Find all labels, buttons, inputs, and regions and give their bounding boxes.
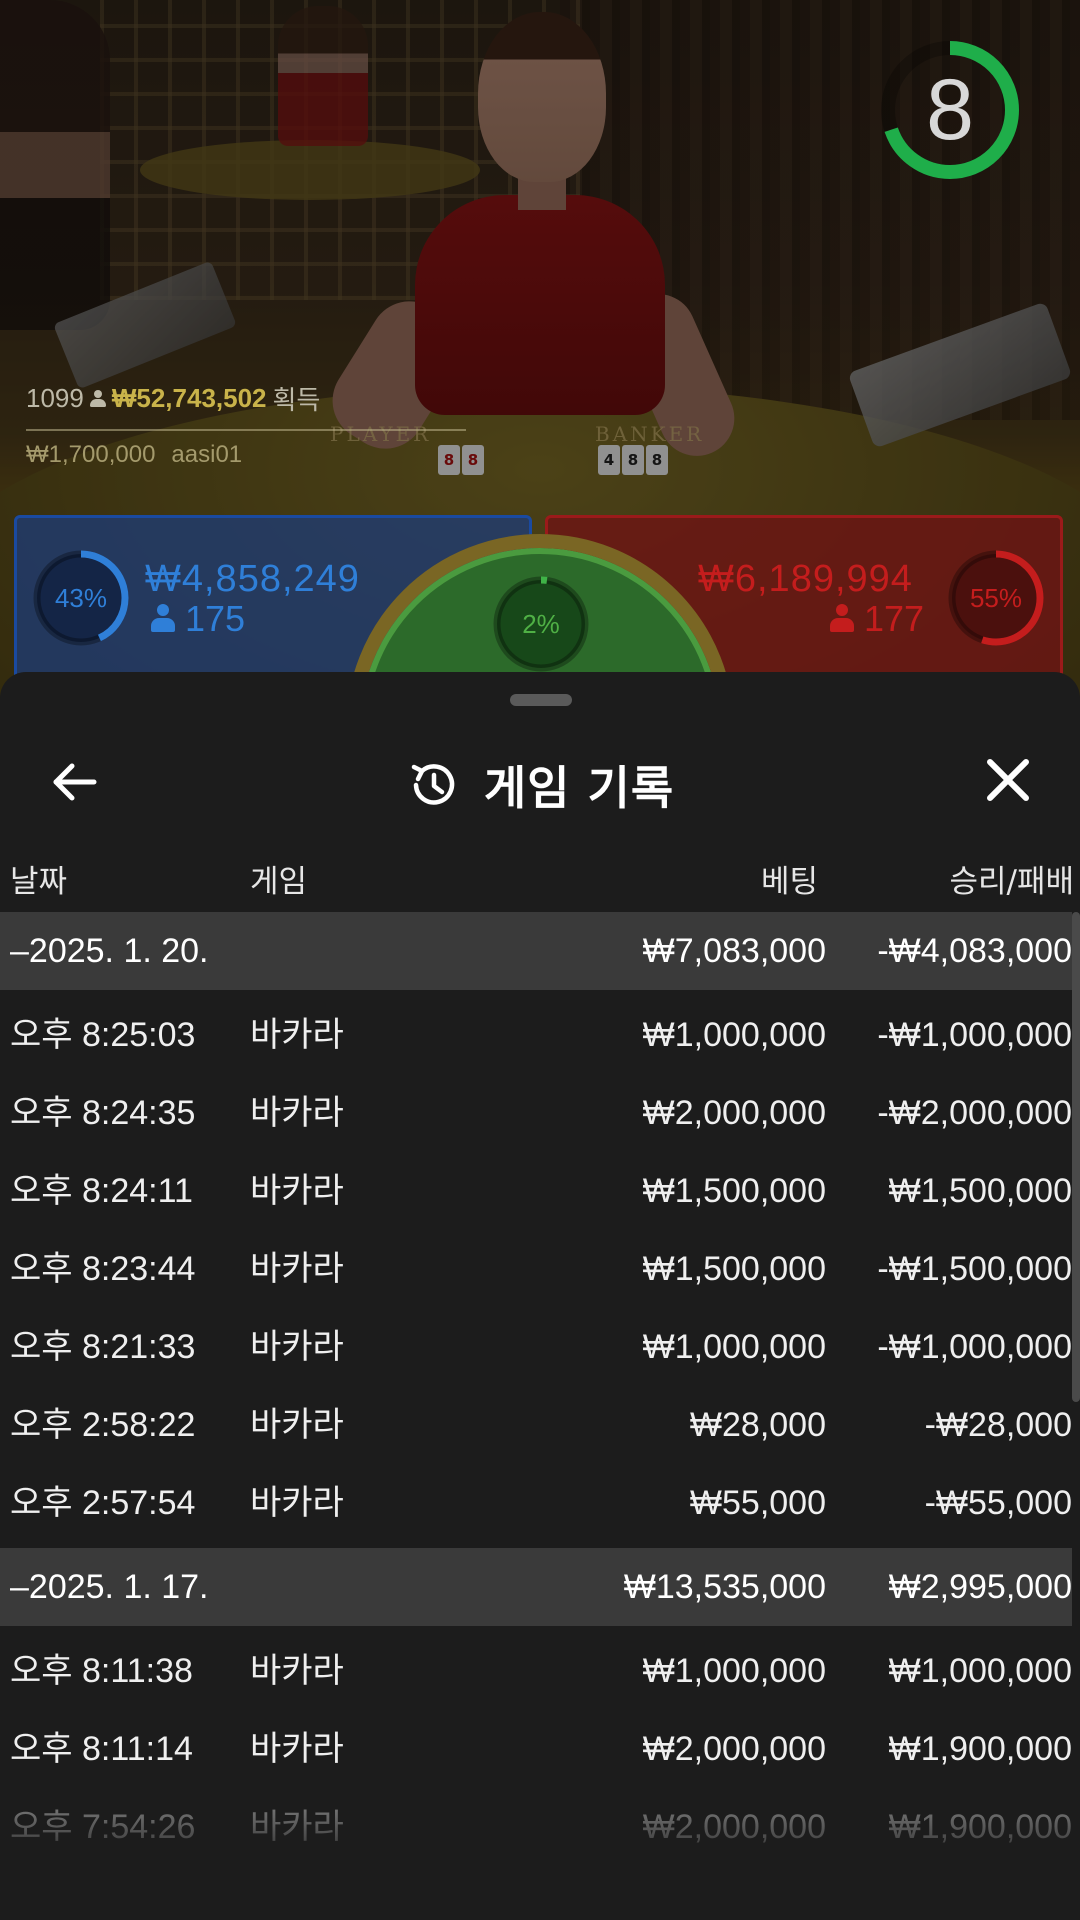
history-row[interactable]: 오후 8:24:11 바카라 ₩1,500,000 ₩1,500,000: [0, 1152, 1072, 1230]
user-icon: [89, 389, 106, 408]
row-time: 오후 8:24:35: [10, 1094, 196, 1132]
player-count-value: 175: [185, 598, 246, 639]
winner-count: 1099: [26, 383, 84, 413]
history-row[interactable]: 오후 8:11:14 바카라 ₩2,000,000 ₩1,900,000: [0, 1710, 1072, 1788]
row-bet: ₩2,000,000: [642, 1730, 826, 1768]
row-result: ₩1,000,000: [888, 1652, 1072, 1690]
timer-value: 8: [926, 62, 974, 158]
player-percent: 43%: [54, 583, 108, 613]
winner-suffix: 획득: [272, 385, 321, 415]
row-time: 오후 8:21:33: [10, 1328, 196, 1366]
row-bet: ₩55,000: [689, 1484, 826, 1522]
list-fade: [0, 1802, 1080, 1920]
history-list: –2025. 1. 20. ₩7,083,000 -₩4,083,000 오후 8:2…: [0, 912, 1072, 1866]
group-total-result: -₩4,083,000: [877, 932, 1072, 970]
row-time: 오후 2:58:22: [10, 1406, 196, 1444]
row-game: 바카라: [250, 1730, 344, 1768]
history-row[interactable]: 오후 8:24:35 바카라 ₩2,000,000 -₩2,000,000: [0, 1074, 1072, 1152]
row-game: 바카라: [250, 1484, 344, 1522]
countdown-timer: 8: [880, 40, 1040, 200]
row-game: 바카라: [250, 1406, 344, 1444]
row-result: ₩1,900,000: [888, 1730, 1072, 1768]
scrollbar[interactable]: [1072, 912, 1080, 1402]
group-date: –2025. 1. 17.: [10, 1568, 209, 1606]
row-game: 바카라: [250, 1652, 344, 1690]
sheet-title: 게임 기록: [483, 761, 675, 815]
history-row[interactable]: 오후 2:57:54 바카라 ₩55,000 -₩55,000: [0, 1464, 1072, 1542]
close-button[interactable]: [976, 748, 1040, 812]
banker-percent-ring: 55%: [946, 548, 1046, 648]
group-date: –2025. 1. 20.: [10, 932, 209, 970]
winner-amount: ₩52,743,502: [111, 383, 267, 413]
close-icon: [987, 759, 1029, 801]
banker-percent: 55%: [969, 583, 1023, 613]
row-time: 오후 8:11:14: [10, 1730, 193, 1768]
row-time: 오후 8:25:03: [10, 1016, 196, 1054]
row-result: -₩1,500,000: [877, 1250, 1072, 1288]
history-row[interactable]: 오후 8:23:44 바카라 ₩1,500,000 -₩1,500,000: [0, 1230, 1072, 1308]
row-result: -₩1,000,000: [877, 1328, 1072, 1366]
row-result: ₩1,500,000: [888, 1172, 1072, 1210]
row-result: -₩28,000: [924, 1406, 1072, 1444]
column-headers: 날짜 게임 베팅 승리/패배: [0, 842, 1080, 912]
history-row[interactable]: 오후 2:58:22 바카라 ₩28,000 -₩28,000: [0, 1386, 1072, 1464]
tie-percent: 2%: [522, 609, 560, 639]
row-result: -₩2,000,000: [877, 1094, 1072, 1132]
group-total-bet: ₩7,083,000: [642, 932, 826, 970]
group-total-bet: ₩13,535,000: [623, 1568, 826, 1606]
tie-percent-ring: 2%: [491, 574, 591, 674]
player-bet-total: ₩4,858,249: [145, 558, 360, 600]
row-game: 바카라: [250, 1094, 344, 1132]
group-total-result: ₩2,995,000: [888, 1568, 1072, 1606]
divider: [26, 429, 466, 431]
row-bet: ₩1,000,000: [642, 1328, 826, 1366]
sheet-title-group: 게임 기록: [0, 752, 1080, 818]
history-row[interactable]: 오후 8:21:33 바카라 ₩1,000,000 -₩1,000,000: [0, 1308, 1072, 1386]
row-game: 바카라: [250, 1328, 344, 1366]
row-time: 오후 8:11:38: [10, 1652, 193, 1690]
row-game: 바카라: [250, 1250, 344, 1288]
row-time: 오후 2:57:54: [10, 1484, 196, 1522]
user-icon: [830, 604, 854, 634]
history-row[interactable]: 오후 8:11:38 바카라 ₩1,000,000 ₩1,000,000: [0, 1632, 1072, 1710]
row-game: 바카라: [250, 1016, 344, 1054]
row-time: 오후 8:24:11: [10, 1172, 193, 1210]
sheet-header: 게임 기록: [0, 722, 1080, 842]
column-result: 승리/패배: [949, 864, 1074, 900]
banker-bettor-count: 177: [830, 598, 924, 640]
row-bet: ₩1,500,000: [642, 1172, 826, 1210]
drag-handle[interactable]: [510, 694, 572, 706]
user-icon: [151, 604, 175, 634]
row-result: -₩1,000,000: [877, 1016, 1072, 1054]
row-bet: ₩1,000,000: [642, 1652, 826, 1690]
history-icon: [411, 764, 455, 805]
winner-info: 1099 ₩52,743,502 획득 ₩1,700,000 aasi01: [26, 380, 466, 469]
banker-bet-total: ₩6,189,994: [698, 558, 913, 600]
column-bet: 베팅: [760, 864, 818, 900]
top-bet-amount: ₩1,700,000: [26, 441, 156, 468]
player-bettor-count: 175: [151, 598, 245, 640]
game-history-sheet: 게임 기록 날짜 게임 베팅 승리/패배 –2025. 1. 20. ₩7,083…: [0, 672, 1080, 1920]
history-row[interactable]: 오후 8:25:03 바카라 ₩1,000,000 -₩1,000,000: [0, 996, 1072, 1074]
column-game: 게임: [250, 864, 308, 900]
row-bet: ₩2,000,000: [642, 1094, 826, 1132]
date-group-header[interactable]: –2025. 1. 17. ₩13,535,000 ₩2,995,000: [0, 1548, 1072, 1626]
row-result: -₩55,000: [924, 1484, 1072, 1522]
row-bet: ₩1,000,000: [642, 1016, 826, 1054]
top-bet-user: aasi01: [171, 441, 243, 468]
player-percent-ring: 43%: [31, 548, 131, 648]
date-group-header[interactable]: –2025. 1. 20. ₩7,083,000 -₩4,083,000: [0, 912, 1072, 990]
row-time: 오후 8:23:44: [10, 1250, 196, 1288]
banker-count-value: 177: [864, 598, 925, 639]
column-date: 날짜: [10, 864, 68, 900]
row-bet: ₩28,000: [689, 1406, 826, 1444]
row-bet: ₩1,500,000: [642, 1250, 826, 1288]
row-game: 바카라: [250, 1172, 344, 1210]
